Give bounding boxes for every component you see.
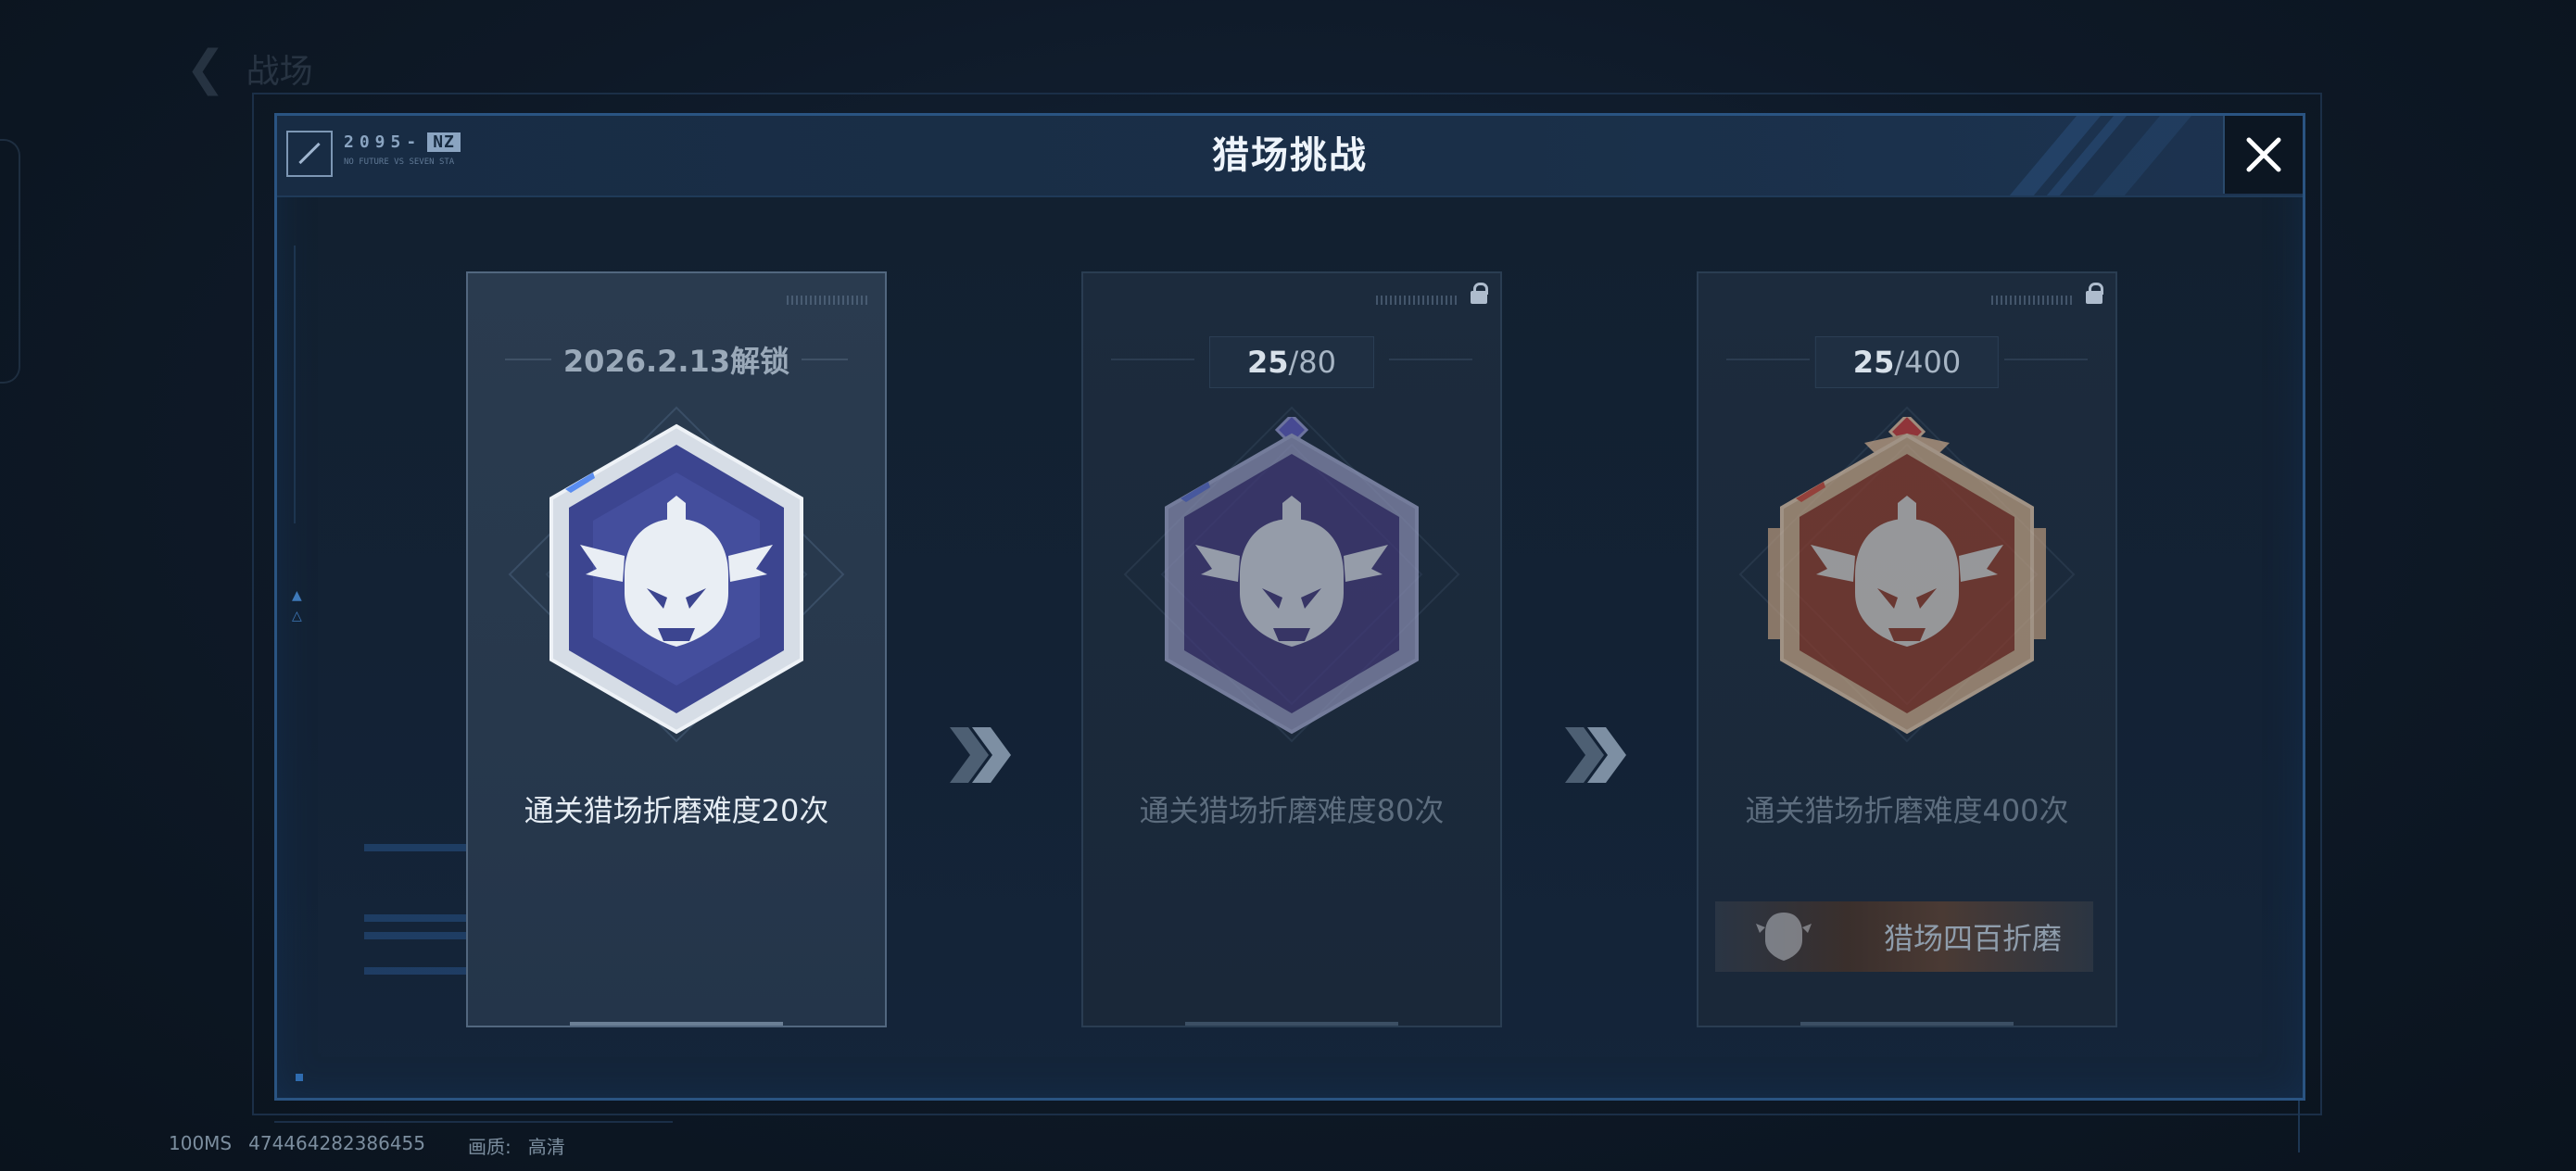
card-description: 通关猎场折磨难度400次	[1745, 793, 2069, 828]
card-description: 通关猎场折磨难度20次	[524, 793, 829, 828]
close-icon	[2246, 137, 2281, 172]
challenge-card-400[interactable]: 25/400 通关猎场折磨难度400次 猎场四百折磨	[1697, 271, 2117, 1027]
hunter-badge-red-icon	[1768, 417, 2046, 735]
quality-value: 高清	[527, 1136, 565, 1158]
status-network: 100MS 474464282386455	[169, 1132, 425, 1159]
divider-line	[1389, 359, 1472, 360]
card-bottom-line	[1800, 1022, 2014, 1026]
card-description: 通关猎场折磨难度80次	[1139, 793, 1445, 828]
progress-counter: 25/400	[1814, 336, 2000, 388]
card-bottom-line	[1185, 1022, 1398, 1026]
card-barcode	[1376, 296, 1459, 305]
quality-label: 画质:	[468, 1136, 511, 1158]
left-edge-tab	[0, 139, 20, 384]
background-back-label: 战场	[246, 53, 313, 91]
progress-counter: 25/80	[1208, 336, 1375, 388]
card-bottom-line	[570, 1022, 783, 1026]
divider-line	[1726, 359, 1810, 360]
hunter-badge-blue-icon	[549, 423, 803, 735]
progress-current: 25	[1246, 345, 1289, 380]
modal-title: 猎场挑战	[1212, 134, 1368, 177]
back-arrow-icon: ❮	[185, 41, 226, 96]
background-back-nav: ❮ 战场	[185, 41, 313, 96]
divider-line	[1111, 359, 1194, 360]
challenge-card-20[interactable]: 2026.2.13解锁 通关猎场折磨难度20次	[466, 271, 887, 1027]
triangle-filled-icon: ▲	[292, 588, 302, 603]
chevron-right-icon	[950, 727, 1011, 783]
divider-line	[2004, 359, 2088, 360]
close-button[interactable]	[2223, 116, 2303, 194]
progress-total: /80	[1288, 345, 1337, 380]
progress-total: /400	[1894, 345, 1962, 380]
user-id: 474464282386455	[248, 1132, 425, 1154]
challenge-card-80[interactable]: 25/80 通关猎场折磨难度80次	[1081, 271, 1502, 1027]
latency: 100MS	[169, 1132, 233, 1154]
corner-square	[296, 1074, 303, 1081]
screen: ❮ 战场 2095- NZ NO FUTURE VS SEVEN STA 猎场挑战	[0, 0, 2576, 1171]
lock-icon	[1465, 279, 1493, 307]
hunter-mini-icon	[1756, 913, 1812, 961]
modal-header: 2095- NZ NO FUTURE VS SEVEN STA 猎场挑战	[277, 116, 2303, 197]
unlock-date: 2026.2.13解锁	[562, 344, 790, 379]
card-barcode	[1991, 296, 2075, 305]
bottom-frame-decoration	[274, 1108, 673, 1123]
reward-name: 猎场四百折磨	[1883, 921, 2062, 956]
progress-current: 25	[1852, 345, 1895, 380]
lock-icon	[2080, 279, 2108, 307]
challenge-modal: 2095-NZ NO FUTURE VS SEVEN STA 猎场挑战 ▲ △	[274, 113, 2305, 1101]
status-bar: 100MS 474464282386455 画质: 高清	[169, 1132, 565, 1159]
chevron-right-icon	[1565, 727, 1626, 783]
card-barcode	[787, 296, 870, 305]
triangle-outline-icon: △	[292, 609, 302, 623]
side-decoration	[294, 246, 301, 523]
status-quality: 画质: 高清	[468, 1132, 565, 1159]
hunter-badge-purple-icon	[1165, 417, 1419, 735]
reward-title-tag: 猎场四百折磨	[1715, 901, 2093, 972]
